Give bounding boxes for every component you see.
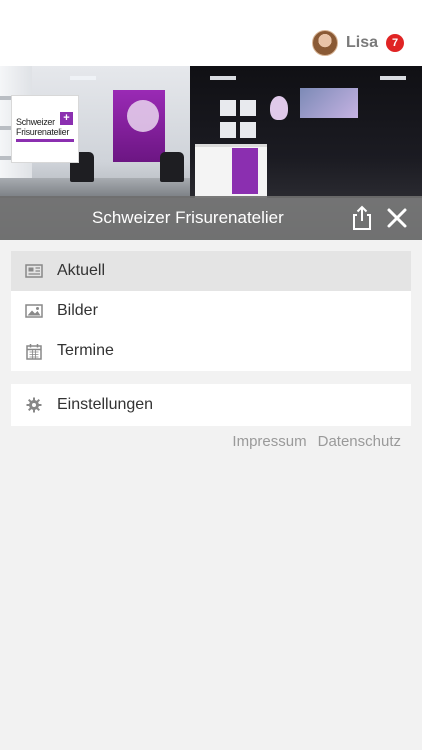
close-icon	[387, 208, 407, 228]
calendar-icon	[25, 342, 43, 360]
business-logo[interactable]: Schweizer Frisurenatelier +	[11, 95, 79, 163]
gear-icon	[25, 396, 43, 414]
scene-flower	[270, 96, 288, 120]
logo-tagline-bar	[16, 138, 74, 142]
swiss-cross-icon: +	[60, 112, 73, 125]
menu-item-bilder[interactable]: Bilder	[11, 291, 411, 331]
impressum-link[interactable]: Impressum	[232, 433, 306, 450]
scene-light	[210, 76, 236, 80]
newspaper-icon	[25, 262, 43, 280]
menu-item-termine[interactable]: Termine	[11, 331, 411, 371]
scene-counter-accent	[232, 148, 258, 194]
menu-item-label: Termine	[57, 342, 114, 359]
scene-light	[70, 76, 96, 80]
scene-screen	[300, 88, 358, 118]
scene-chair	[160, 152, 184, 182]
scene-window	[240, 122, 256, 138]
business-name: Schweizer Frisurenatelier	[92, 208, 284, 227]
user-profile[interactable]: Lisa 7	[311, 28, 404, 58]
logo-text-line2: Frisurenatelier	[16, 126, 70, 137]
menu-item-label: Bilder	[57, 302, 98, 319]
menu-item-label: Aktuell	[57, 262, 106, 279]
business-title-bar: Schweizer Frisurenatelier	[0, 196, 422, 240]
footer-links: Impressum Datenschutz	[232, 433, 401, 450]
menu-item-einstellungen[interactable]: Einstellungen	[11, 384, 411, 426]
user-name[interactable]: Lisa	[346, 34, 378, 52]
scene-light	[380, 76, 406, 80]
notification-badge[interactable]: 7	[386, 34, 404, 52]
scene-window	[220, 100, 236, 116]
menu-item-aktuell[interactable]: Aktuell	[11, 251, 411, 291]
avatar[interactable]	[311, 30, 338, 56]
main-menu: Aktuell Bilder Termine	[11, 251, 411, 371]
scene-window	[220, 122, 236, 138]
share-icon	[353, 205, 371, 230]
scene-mirror	[127, 100, 159, 132]
logo-text-line1: Schweizer	[16, 116, 55, 127]
scene-window	[240, 100, 256, 116]
share-button[interactable]	[350, 205, 374, 231]
top-bar: Lisa 7	[0, 0, 422, 66]
datenschutz-link[interactable]: Datenschutz	[318, 433, 401, 450]
close-button[interactable]	[384, 205, 410, 231]
image-icon	[25, 302, 43, 320]
settings-menu: Einstellungen	[11, 384, 411, 426]
menu-item-label: Einstellungen	[57, 396, 154, 413]
